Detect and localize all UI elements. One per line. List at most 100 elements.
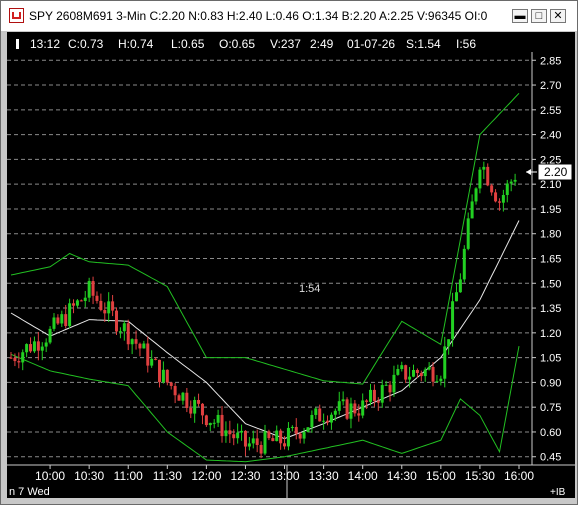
- x-tick-label: 13:00: [270, 469, 300, 483]
- candle-body: [40, 346, 44, 351]
- candle-body: [474, 188, 478, 202]
- candle-body: [349, 403, 353, 419]
- x-tick-label: 14:00: [348, 469, 378, 483]
- candle-body: [314, 408, 318, 415]
- y-tick-label: 2.55: [540, 105, 561, 117]
- candle-body: [224, 430, 228, 437]
- sma-line: [10, 220, 520, 440]
- candle-body: [103, 310, 107, 314]
- x-tick-label: 12:30: [230, 469, 260, 483]
- candle-body: [130, 339, 134, 345]
- candle-body: [126, 323, 130, 345]
- candle-body: [173, 385, 177, 396]
- candle-body: [435, 381, 439, 383]
- candle-body: [365, 400, 369, 402]
- candle-body: [267, 431, 271, 439]
- price-chart[interactable]: 2.852.702.552.402.252.101.951.801.651.50…: [7, 32, 575, 498]
- candle-body: [513, 179, 517, 182]
- candle-body: [271, 438, 275, 442]
- candle-body: [345, 399, 349, 419]
- candle-body: [427, 366, 431, 370]
- candle-body: [48, 328, 52, 343]
- candle-body: [9, 357, 13, 359]
- candle-body: [408, 376, 412, 380]
- candle-body: [232, 434, 236, 439]
- candle-body: [447, 339, 451, 347]
- candle-body: [431, 366, 435, 382]
- candle-body: [392, 374, 396, 393]
- x-tick-label: 10:30: [74, 469, 104, 483]
- x-tick-label: 10:00: [35, 469, 65, 483]
- candle-body: [251, 438, 255, 444]
- candle-body: [490, 185, 494, 193]
- candle-body: [283, 443, 287, 447]
- candle-body: [157, 359, 161, 383]
- candle-body: [220, 414, 224, 437]
- candle-body: [415, 370, 419, 374]
- candle-body: [87, 281, 91, 298]
- candle-body: [44, 342, 48, 347]
- candle-body: [228, 430, 232, 435]
- candle-body: [154, 358, 158, 360]
- x-tick-label: 15:00: [426, 469, 456, 483]
- candle-body: [505, 183, 509, 195]
- y-tick-label: 2.85: [540, 55, 561, 67]
- candle-body: [501, 194, 505, 203]
- ib-label[interactable]: +IB: [550, 487, 566, 498]
- candle-body: [146, 343, 150, 366]
- candle-body: [470, 201, 474, 219]
- candle-body: [25, 344, 29, 353]
- candle-body: [372, 389, 376, 402]
- candle-body: [169, 382, 173, 386]
- candle-body: [451, 301, 455, 340]
- candle-body: [138, 343, 142, 349]
- candle-body: [150, 358, 154, 366]
- candle-body: [486, 166, 490, 186]
- candle-body: [376, 401, 380, 403]
- y-tick-label: 0.60: [540, 427, 561, 439]
- candle-body: [111, 301, 115, 311]
- close-icon: ✕: [553, 9, 563, 22]
- candle-body: [259, 444, 263, 454]
- candle-body: [341, 399, 345, 402]
- candle-body: [240, 430, 244, 433]
- candle-body: [95, 295, 99, 301]
- candle-body: [64, 314, 68, 327]
- x-tick-label: 16:00: [504, 469, 534, 483]
- candle-body: [177, 395, 181, 401]
- last-price-arrow-icon: [526, 169, 531, 175]
- candle-body: [329, 414, 333, 423]
- close-button[interactable]: ✕: [550, 9, 566, 23]
- candle-body: [275, 430, 279, 442]
- candle-body: [396, 369, 400, 375]
- title-bar[interactable]: SPY 2608M691 3-Min C:2.20 N:0.83 H:2.40 …: [1, 1, 577, 31]
- candle-body: [79, 300, 83, 302]
- y-tick-label: 0.75: [540, 402, 561, 414]
- candle-body: [185, 392, 189, 408]
- candle-body: [208, 422, 212, 426]
- candle-body: [17, 361, 21, 363]
- app-logo-icon: [9, 8, 24, 23]
- y-tick-label: 2.40: [540, 130, 561, 142]
- maximize-button[interactable]: □: [531, 9, 547, 23]
- candle-body: [247, 443, 251, 447]
- candle-body: [357, 413, 361, 416]
- candle-body: [75, 300, 79, 306]
- y-tick-label: 1.95: [540, 204, 561, 216]
- candle-body: [60, 314, 64, 324]
- y-tick-label: 0.90: [540, 377, 561, 389]
- candle-body: [423, 369, 427, 377]
- y-tick-label: 1.80: [540, 229, 561, 241]
- candle-body: [509, 181, 513, 184]
- y-tick-label: 1.05: [540, 353, 561, 365]
- candle-body: [32, 341, 36, 352]
- upper_band-line: [10, 92, 520, 385]
- chart-area[interactable]: 13:12 C:0.73 H:0.74 L:0.65 O:0.65 V:237 …: [7, 32, 575, 498]
- candle-body: [482, 166, 486, 170]
- cursor-readout: 1:54: [299, 283, 320, 295]
- candle-body: [400, 365, 404, 370]
- y-tick-label: 1.50: [540, 278, 561, 290]
- minimize-button[interactable]: ▬: [512, 9, 528, 23]
- candle-body: [369, 389, 373, 402]
- candle-body: [419, 373, 423, 377]
